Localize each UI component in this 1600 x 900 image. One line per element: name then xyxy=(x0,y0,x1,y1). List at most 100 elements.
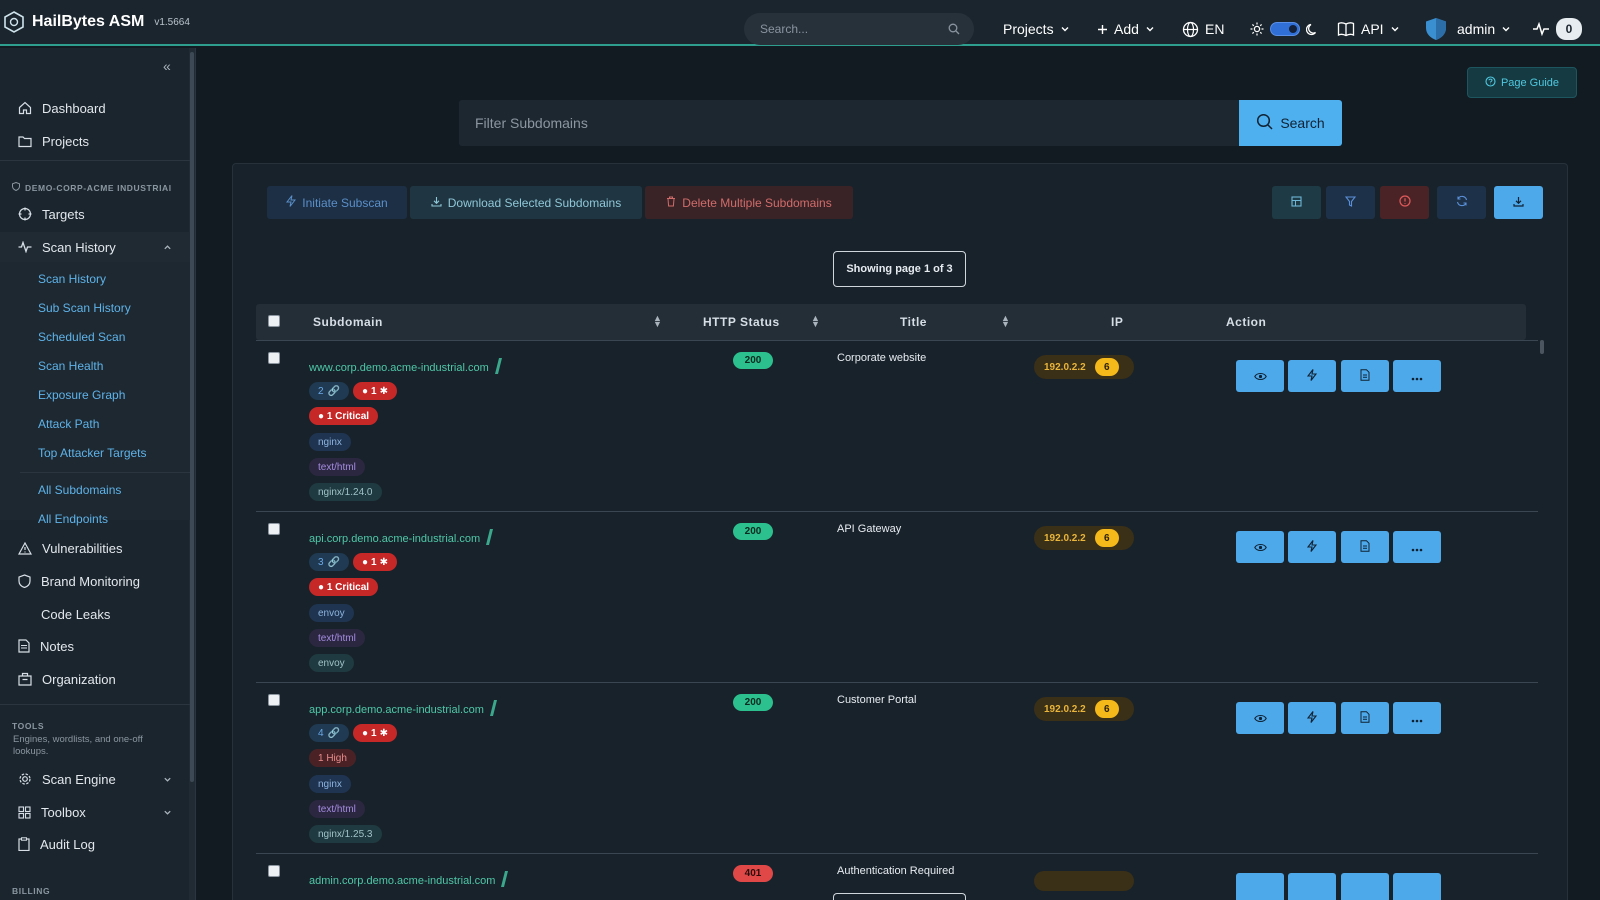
language-menu[interactable]: EN xyxy=(1182,13,1224,45)
row-checkbox[interactable] xyxy=(268,865,280,877)
select-all-checkbox[interactable] xyxy=(268,315,280,327)
submenu-scheduled-scan[interactable]: Scheduled Scan xyxy=(38,330,125,344)
filter-toggle-button[interactable] xyxy=(1326,186,1375,219)
more-actions-button[interactable] xyxy=(1393,702,1441,734)
edit-pencil-icon[interactable] xyxy=(494,358,502,374)
submenu-sub-scan-history[interactable]: Sub Scan History xyxy=(38,301,131,315)
edit-pencil-icon[interactable] xyxy=(489,700,497,716)
theme-toggle[interactable] xyxy=(1250,13,1319,45)
user-menu[interactable]: admin xyxy=(1425,13,1511,45)
ip-badge[interactable] xyxy=(1034,871,1134,891)
sidebar-item-toolbox[interactable]: Toolbox xyxy=(0,797,190,827)
stop-button[interactable] xyxy=(1380,186,1429,219)
gear-icon xyxy=(18,772,32,786)
subdomain-link[interactable]: app.corp.demo.acme-industrial.com xyxy=(309,700,497,716)
columns-toggle-button[interactable] xyxy=(1272,186,1321,219)
delete-multiple-button[interactable]: Delete Multiple Subdomains xyxy=(645,186,853,219)
technology-badge[interactable]: nginx xyxy=(309,433,351,451)
view-details-button[interactable] xyxy=(1236,531,1284,563)
submenu-attack-path[interactable]: Attack Path xyxy=(38,417,99,431)
submenu-all-endpoints[interactable]: All Endpoints xyxy=(38,512,108,526)
sidebar-item-projects[interactable]: Projects xyxy=(0,126,190,156)
theme-switch[interactable] xyxy=(1270,22,1300,36)
column-action[interactable]: Action xyxy=(1226,315,1266,329)
refresh-button[interactable] xyxy=(1437,186,1486,219)
brand[interactable]: HailBytes ASM v1.5664 xyxy=(0,11,200,33)
sidebar-item-scan-engine[interactable]: Scan Engine xyxy=(0,764,190,794)
initiate-scan-button[interactable] xyxy=(1288,702,1336,734)
more-actions-button[interactable] xyxy=(1393,531,1441,563)
report-button[interactable] xyxy=(1341,873,1389,900)
row-checkbox[interactable] xyxy=(268,694,280,706)
endpoint-count-badge[interactable]: 4 🔗 xyxy=(309,724,350,742)
filter-subdomains[interactable] xyxy=(459,100,1239,146)
add-menu[interactable]: Add xyxy=(1097,13,1155,45)
row-checkbox[interactable] xyxy=(268,352,280,364)
ip-badge[interactable]: 192.0.2.2 6 xyxy=(1034,697,1134,721)
global-search[interactable] xyxy=(744,13,974,45)
collapse-sidebar-button[interactable]: « xyxy=(163,58,171,74)
report-button[interactable] xyxy=(1341,702,1389,734)
subdomain-link[interactable]: www.corp.demo.acme-industrial.com xyxy=(309,358,502,374)
edit-pencil-icon[interactable] xyxy=(501,871,509,887)
initiate-subscan-button[interactable]: Initiate Subscan xyxy=(267,186,407,219)
ip-badge[interactable]: 192.0.2.2 6 xyxy=(1034,355,1134,379)
sidebar-item-dashboard[interactable]: Dashboard xyxy=(0,93,190,123)
endpoint-count-badge[interactable]: 2 🔗 xyxy=(309,382,350,400)
more-actions-button[interactable] xyxy=(1393,360,1441,392)
submenu-scan-history[interactable]: Scan History xyxy=(38,272,106,286)
technology-badge[interactable]: envoy xyxy=(309,604,354,622)
sidebar-item-notes[interactable]: Notes xyxy=(0,631,190,661)
column-subdomain[interactable]: Subdomain xyxy=(313,315,383,329)
sidebar-item-code-leaks[interactable]: Code Leaks xyxy=(0,599,190,629)
row-checkbox[interactable] xyxy=(268,523,280,535)
export-button[interactable] xyxy=(1494,186,1543,219)
endpoint-count-badge[interactable]: 3 🔗 xyxy=(309,553,350,571)
bolt-icon xyxy=(286,195,297,210)
table-scrollbar[interactable] xyxy=(1540,340,1544,354)
vulnerability-count-badge[interactable]: ● 1 ✱ xyxy=(353,553,397,571)
sidebar-item-vulnerabilities[interactable]: Vulnerabilities xyxy=(0,533,190,563)
view-details-button[interactable] xyxy=(1236,360,1284,392)
download-selected-button[interactable]: Download Selected Subdomains xyxy=(410,186,642,219)
submenu-all-subdomains[interactable]: All Subdomains xyxy=(38,483,121,497)
column-http-status[interactable]: HTTP Status xyxy=(703,315,780,329)
sidebar-item-scan-history[interactable]: Scan History xyxy=(0,232,190,262)
vulnerability-count-badge[interactable]: ● 1 ✱ xyxy=(353,382,397,400)
initiate-scan-button[interactable] xyxy=(1288,873,1336,900)
search-button[interactable]: Search xyxy=(1239,100,1342,146)
filter-subdomains-input[interactable] xyxy=(475,115,1239,131)
more-actions-button[interactable] xyxy=(1393,873,1441,900)
submenu-top-attacker-targets[interactable]: Top Attacker Targets xyxy=(38,446,147,460)
sidebar-item-targets[interactable]: Targets xyxy=(0,199,190,229)
ip-badge[interactable]: 192.0.2.2 6 xyxy=(1034,526,1134,550)
report-button[interactable] xyxy=(1341,531,1389,563)
activity-indicator[interactable]: 0 xyxy=(1532,13,1582,45)
projects-menu[interactable]: Projects xyxy=(1003,13,1070,45)
subdomain-link[interactable]: api.corp.demo.acme-industrial.com xyxy=(309,529,494,545)
view-details-button[interactable] xyxy=(1236,873,1284,900)
sidebar-item-audit-log[interactable]: Audit Log xyxy=(0,829,190,859)
report-button[interactable] xyxy=(1341,360,1389,392)
sidebar-scrollbar-thumb[interactable] xyxy=(190,52,194,782)
column-ip[interactable]: IP xyxy=(1111,315,1123,329)
api-menu[interactable]: API xyxy=(1337,13,1400,45)
initiate-scan-button[interactable] xyxy=(1288,360,1336,392)
sort-icon[interactable]: ▲ ▼ xyxy=(811,314,820,329)
global-search-input[interactable] xyxy=(760,22,948,36)
view-details-button[interactable] xyxy=(1236,702,1284,734)
project-section-label: DEMO-CORP-ACME INDUSTRIAl xyxy=(25,182,172,193)
column-title[interactable]: Title xyxy=(900,315,927,329)
sort-icon[interactable]: ▲ ▼ xyxy=(653,314,662,329)
sidebar-item-organization[interactable]: Organization xyxy=(0,664,190,694)
vulnerability-count-badge[interactable]: ● 1 ✱ xyxy=(353,724,397,742)
sidebar-item-brand-monitoring[interactable]: Brand Monitoring xyxy=(0,566,190,596)
edit-pencil-icon[interactable] xyxy=(486,529,494,545)
initiate-scan-button[interactable] xyxy=(1288,531,1336,563)
submenu-exposure-graph[interactable]: Exposure Graph xyxy=(38,388,125,402)
submenu-scan-health[interactable]: Scan Health xyxy=(38,359,103,373)
sort-icon[interactable]: ▲ ▼ xyxy=(1001,314,1010,329)
technology-badge[interactable]: nginx xyxy=(309,775,351,793)
subdomain-link[interactable]: admin.corp.demo.acme-industrial.com xyxy=(309,871,509,887)
page-guide-button[interactable]: Page Guide xyxy=(1467,67,1577,98)
